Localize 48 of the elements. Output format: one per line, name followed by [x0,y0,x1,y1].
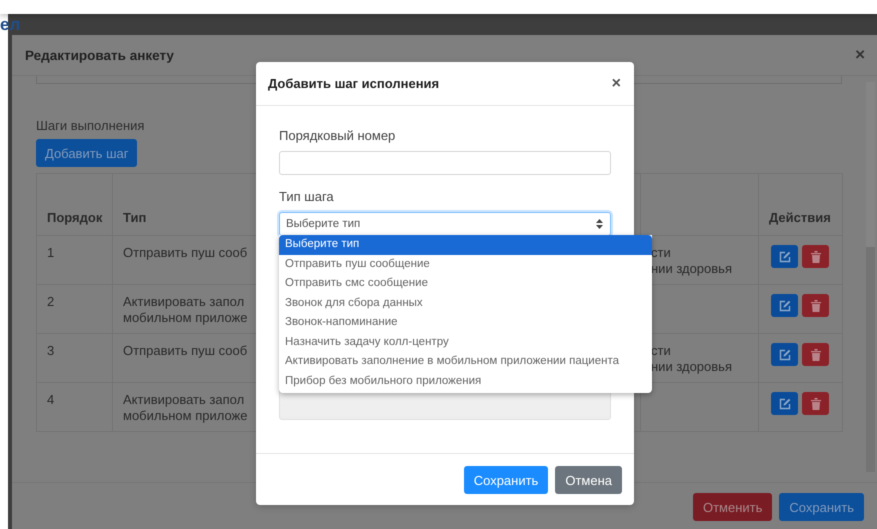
dropdown-option[interactable]: Отправить смс сообщение [279,274,652,294]
modal-title: Редактировать анкету [25,48,174,62]
edit-button[interactable] [771,294,798,317]
pencil-square-icon [778,348,790,360]
dropdown-option[interactable]: Звонок для сбора данных [279,294,652,313]
trash-icon [810,398,820,410]
edit-button[interactable] [771,343,798,366]
dropdown-option[interactable]: Прибор без мобильного приложения [279,372,652,391]
input-field[interactable] [279,151,611,175]
dropdown-option[interactable]: Назначить задачу колл-центру [279,332,652,352]
table-cell: 4 [47,392,54,407]
table-cell: 1 [47,245,54,260]
delete-button[interactable] [802,392,829,415]
delete-button[interactable] [802,294,829,317]
section-label: Шаги выполнения [36,118,144,133]
table-cell: 3 [47,343,54,358]
field-label: Тип шага [279,189,334,204]
dropdown-option[interactable]: Активировать заполнение в мобильном приложении пациента [279,352,652,372]
table-cell: 2 [47,294,54,309]
dialog-title: Добавить шаг исполнения [268,76,440,91]
edit-button[interactable] [771,392,798,415]
close-button[interactable]: × [855,45,865,65]
column-header: Действия [758,174,842,236]
cancel-button[interactable]: Отменить [692,493,772,521]
table-cell: Отправить пуш сооб [123,343,248,359]
trash-icon [810,348,820,360]
table-cell: Активировать запол мобильном приложе [123,392,248,424]
dropdown-option[interactable]: Выберите тип [279,235,652,254]
close-button[interactable]: × [612,74,621,92]
pencil-square-icon [778,250,790,262]
cancel-button[interactable]: Отмена [555,466,622,494]
table-cell: Активировать запол мобильном приложе [123,294,248,326]
delete-button[interactable] [802,245,829,268]
field-label: Порядковый номер [279,128,396,143]
save-button[interactable]: Сохранить [464,466,548,494]
table-cell: Отправить пуш сооб [123,245,248,261]
pencil-square-icon [778,398,790,410]
table-cell: сти нии здоровья [651,245,732,277]
column-header: Порядок [36,174,112,236]
edit-button[interactable] [771,245,798,268]
trash-icon [810,300,820,312]
pencil-square-icon [778,300,790,312]
table-cell: сти нии здоровья [651,343,732,375]
delete-button[interactable] [802,343,829,366]
dropdown-option[interactable]: Отправить пуш сообщение [279,254,652,274]
dropdown-option[interactable]: Звонок-напоминание [279,313,652,332]
trash-icon [810,250,820,262]
sort-icon [596,219,603,229]
